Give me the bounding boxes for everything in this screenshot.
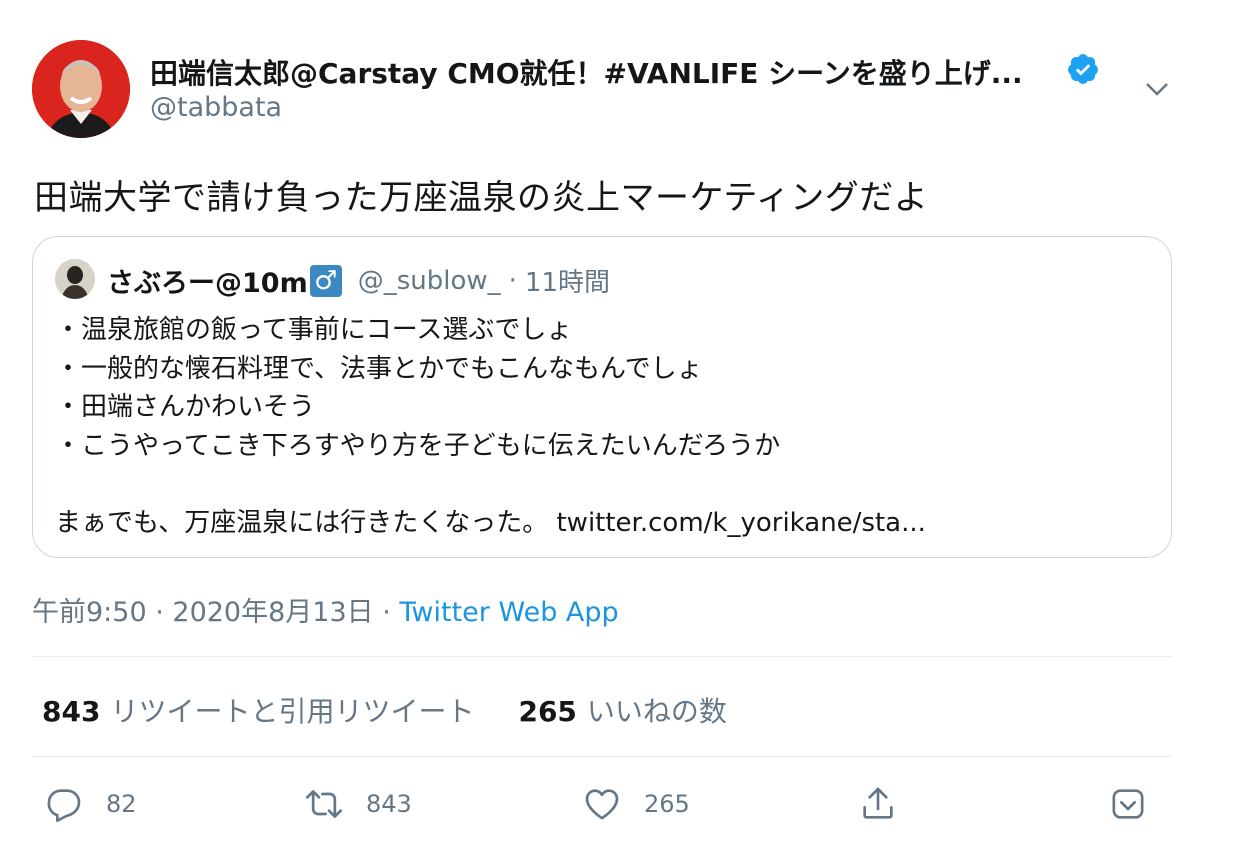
retweets-stat[interactable]: 843 リツイートと引用リツイート: [42, 690, 474, 730]
quoted-header: さぶろー@10m ♂ @_sublow_ · 11時間: [107, 261, 610, 300]
male-sign-emoji-icon: ♂: [309, 264, 342, 297]
share-icon: [863, 787, 893, 819]
quoted-timestamp: 11時間: [524, 268, 611, 298]
bookmark-icon: [1112, 789, 1144, 819]
retweets-stat-label: リツイートと引用リツイート: [110, 695, 475, 728]
quoted-author-name: さぶろー@10m: [107, 268, 308, 299]
chevron-down-icon[interactable]: [1142, 74, 1172, 104]
quoted-text-line: まぁでも、万座温泉には行きたくなった。 twitter.com/k_yorika…: [55, 507, 926, 538]
heart-icon: [585, 789, 619, 820]
meta-separator: ·: [146, 597, 173, 628]
retweets-stat-count: 843: [42, 695, 101, 728]
bookmark-button[interactable]: [1108, 784, 1148, 824]
tweet-text: 田端大学で請け負った万座温泉の炎上マーケティングだよ: [34, 178, 929, 218]
tweet-meta: 午前9:50 · 2020年8月13日 · Twitter Web App: [32, 590, 619, 629]
likes-stat-count: 265: [518, 695, 577, 728]
author-handle[interactable]: @tabbata: [150, 92, 282, 123]
likes-stat-label: いいねの数: [586, 695, 727, 728]
quoted-separator: ·: [508, 265, 517, 296]
tweet-source-link[interactable]: Twitter Web App: [399, 597, 618, 628]
like-count: 265: [644, 790, 690, 818]
quoted-text: ・温泉旅館の飯って事前にコース選ぶでしょ ・一般的な懐石料理で、法事とかでもこん…: [55, 311, 926, 542]
verified-badge-icon: [1068, 54, 1098, 84]
retweet-button[interactable]: 843: [304, 784, 412, 824]
quoted-text-line: ・田端さんかわいそう: [55, 392, 316, 422]
like-button[interactable]: 265: [582, 784, 690, 824]
author-name[interactable]: 田端信太郎@Carstay CMO就任！#VANLIFE シーンを盛り上げ...: [150, 52, 1023, 92]
quoted-avatar: [55, 259, 95, 299]
divider: [32, 656, 1172, 657]
quoted-text-line: ・一般的な懐石料理で、法事とかでもこんなもんでしょ: [55, 353, 703, 384]
quoted-author-handle: @_sublow_: [357, 265, 501, 296]
retweet-icon: [306, 790, 342, 818]
divider: [32, 756, 1172, 757]
reply-button[interactable]: 82: [44, 784, 137, 824]
tweet-stats: 843 リツイートと引用リツイート 265 いいねの数: [42, 690, 727, 730]
quoted-tweet[interactable]: さぶろー@10m ♂ @_sublow_ · 11時間 ・温泉旅館の飯って事前に…: [32, 236, 1172, 558]
reply-icon: [47, 789, 81, 822]
tweet-date[interactable]: 2020年8月13日: [172, 597, 373, 628]
quoted-text-line: [55, 465, 926, 504]
quoted-text-line: ・こうやってこき下ろすやり方を子どもに伝えたいんだろうか: [55, 430, 781, 461]
reply-count: 82: [106, 790, 137, 818]
share-button[interactable]: [858, 784, 898, 824]
retweet-count: 843: [366, 790, 412, 818]
likes-stat[interactable]: 265 いいねの数: [518, 690, 726, 730]
meta-separator: ·: [373, 597, 400, 628]
tweet-time[interactable]: 午前9:50: [32, 597, 147, 628]
author-avatar[interactable]: [32, 40, 130, 138]
quoted-text-line: ・温泉旅館の飯って事前にコース選ぶでしょ: [55, 315, 573, 345]
